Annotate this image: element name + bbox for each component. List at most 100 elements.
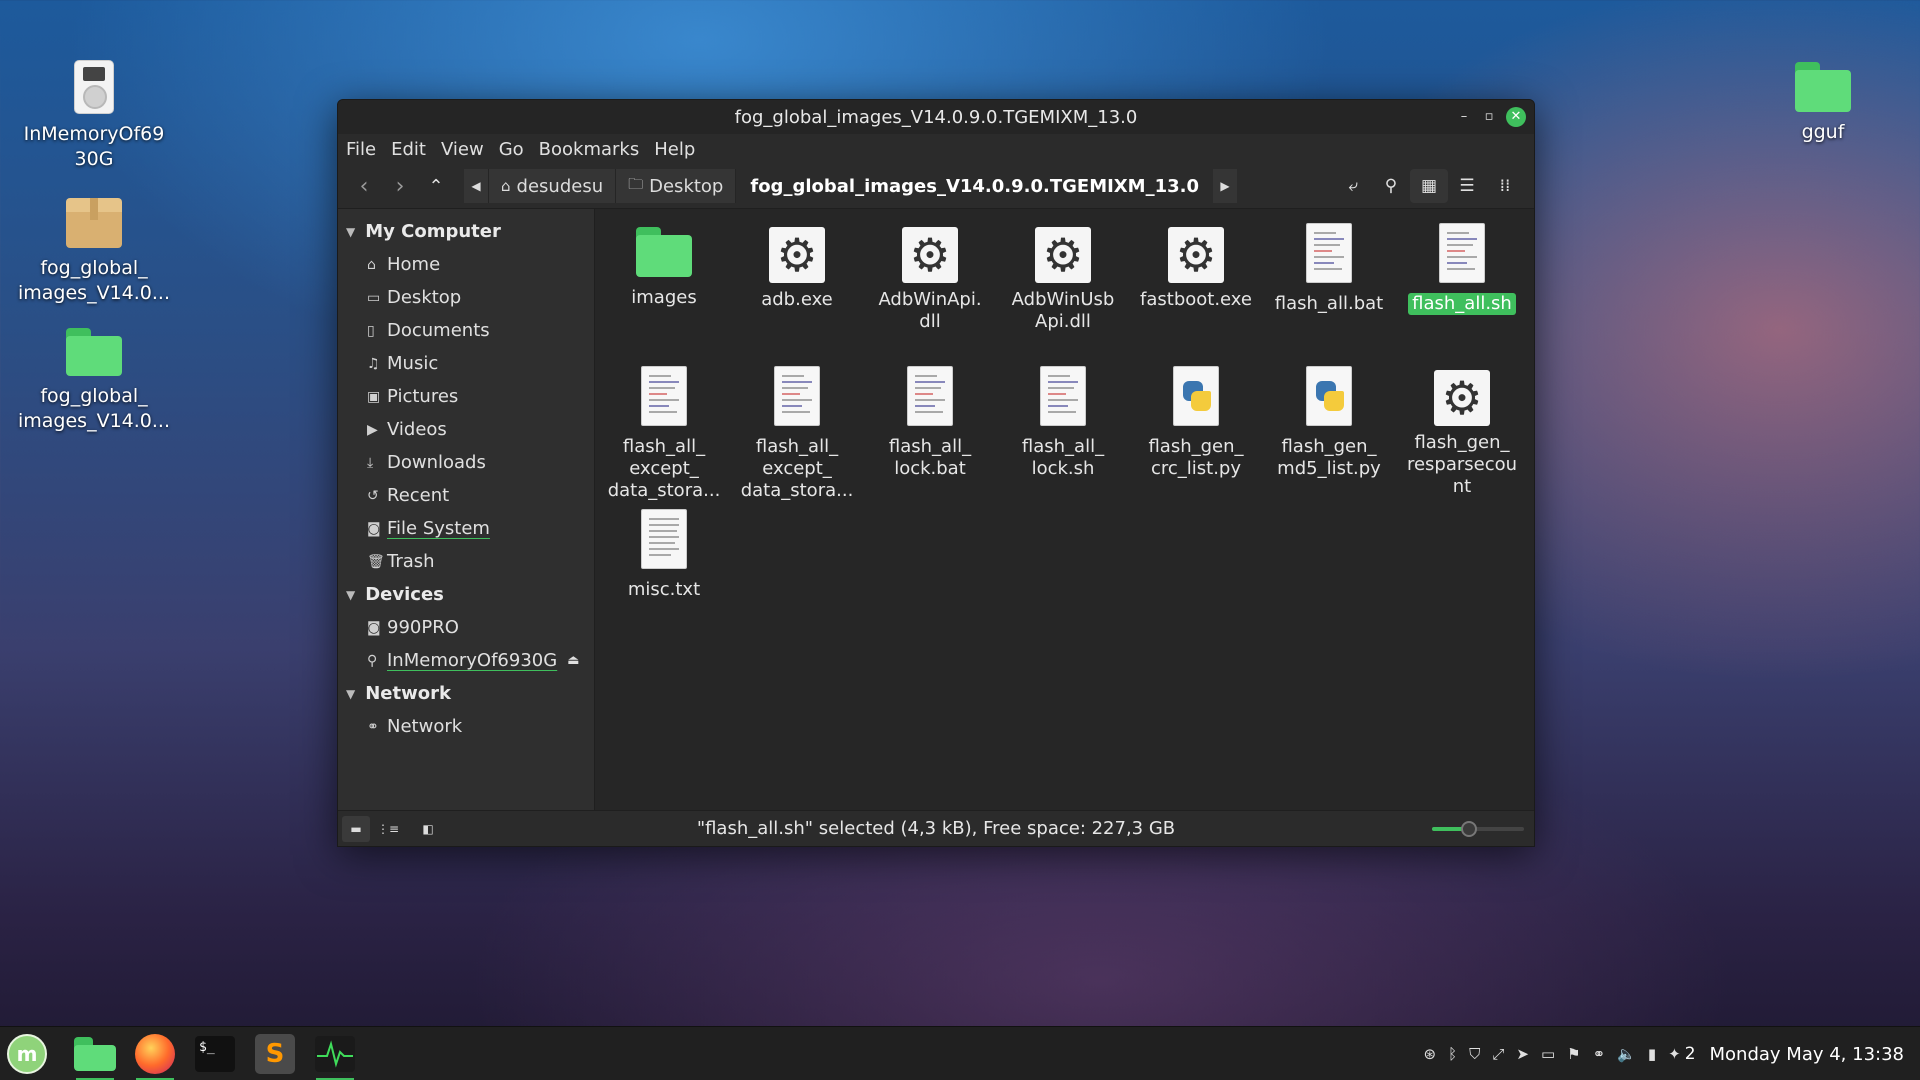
text-document-icon — [1040, 366, 1086, 426]
file-item[interactable]: images — [599, 227, 729, 309]
sidebar-item-videos[interactable]: ▶ Videos — [338, 413, 594, 446]
sidebar-item-music[interactable]: ♫ Music — [338, 347, 594, 380]
view-controls: ⤶ ⚲ ▦ ☰ ⁞⁞ — [1334, 169, 1524, 203]
sidebar-item-990pro[interactable]: ◙ 990PRO — [338, 611, 594, 644]
file-item[interactable]: ⚙ AdbWinApi. dll — [865, 227, 995, 333]
desktop-icon-fog-archive[interactable]: fog_global_ images_V14.0... — [9, 198, 179, 306]
bluetooth-icon[interactable]: ᛒ — [1448, 1045, 1457, 1063]
breadcrumb-scroll-left[interactable]: ◀ — [464, 169, 488, 203]
close-button[interactable]: ✕ — [1506, 107, 1526, 127]
title-bar[interactable]: fog_global_images_V14.0.9.0.TGEMIXM_13.0… — [338, 100, 1534, 134]
file-item[interactable]: flash_all_ lock.bat — [865, 366, 995, 480]
taskbar-system-monitor[interactable] — [308, 1031, 362, 1080]
breadcrumb: ◀ ⌂ desudesu 🗀 Desktop fog_global_images_V… — [464, 169, 1238, 203]
eject-icon[interactable]: ⏏ — [567, 653, 579, 668]
sidebar-item-recent[interactable]: ↺ Recent — [338, 479, 594, 512]
breadcrumb-scroll-right[interactable]: ▶ — [1213, 169, 1238, 203]
picture-icon: ▣ — [367, 388, 381, 405]
zoom-slider-handle[interactable] — [1460, 821, 1477, 837]
menu-help[interactable]: Help — [654, 139, 695, 160]
menu-go[interactable]: Go — [499, 139, 524, 160]
sidebar-item-inmemory[interactable]: ⚲ InMemoryOf6930G ⏏ — [338, 644, 594, 677]
compact-icon: ⁞⁞ — [1499, 176, 1511, 196]
mint-menu-button[interactable]: m — [0, 1031, 54, 1077]
display-icon[interactable]: ▭ — [1541, 1045, 1555, 1063]
notification-count: 2 — [1684, 1044, 1696, 1064]
back-button[interactable]: ‹ — [346, 168, 382, 204]
desktop-icon-gguf[interactable]: gguf — [1738, 62, 1908, 145]
menu-file[interactable]: File — [346, 139, 376, 160]
usb-icon: ⚲ — [367, 652, 378, 669]
file-item[interactable]: flash_all_ except_ data_stora... — [732, 366, 862, 502]
file-item[interactable]: flash_gen_ crc_list.py — [1131, 366, 1261, 480]
sidebar-item-trash[interactable]: 🗑 Trash — [338, 545, 594, 578]
clock[interactable]: Monday May 4, 13:38 — [1710, 1044, 1904, 1065]
file-item[interactable]: ⚙ flash_gen_ resparsecou nt — [1397, 370, 1527, 498]
file-item[interactable]: ⚙ AdbWinUsb Api.dll — [998, 227, 1128, 333]
sidebar-section-network[interactable]: ▼ Network — [338, 677, 594, 710]
desktop-icon-fog-folder[interactable]: fog_global_ images_V14.0... — [9, 328, 179, 434]
update-icon[interactable]: ⤢ — [1492, 1045, 1504, 1063]
sidebar-item-home[interactable]: ⌂ Home — [338, 248, 594, 281]
compact-view-button[interactable]: ⁞⁞ — [1486, 169, 1524, 203]
executable-gear-icon: ⚙ — [1434, 370, 1490, 426]
shield-icon[interactable]: ⛉ — [1469, 1045, 1480, 1063]
triangle-down-icon: ▼ — [346, 686, 356, 701]
file-item[interactable]: misc.txt — [599, 509, 729, 601]
drive-icon: ◙ — [367, 520, 381, 537]
file-item[interactable]: flash_gen_ md5_list.py — [1264, 366, 1394, 480]
desktop-icon-inmemory-drive[interactable]: InMemoryOf69 30G — [9, 60, 179, 172]
folder-icon — [66, 328, 122, 376]
menu-view[interactable]: View — [441, 139, 484, 160]
folder-icon — [636, 227, 692, 277]
file-item[interactable]: ⚙ adb.exe — [732, 227, 862, 311]
breadcrumb-current[interactable]: fog_global_images_V14.0.9.0.TGEMIXM_13.0 — [735, 169, 1214, 203]
file-item-selected[interactable]: flash_all.sh — [1397, 223, 1527, 315]
file-item[interactable]: flash_all.bat — [1264, 223, 1394, 315]
toggle-location-button[interactable]: ⤶ — [1334, 169, 1372, 203]
file-item[interactable]: flash_all_ except_ data_stora... — [599, 366, 729, 502]
sidebar-item-documents[interactable]: ▯ Documents — [338, 314, 594, 347]
volume-icon[interactable]: 🔈 — [1617, 1045, 1636, 1063]
keyboard-layout-flag-icon[interactable]: ⚑ — [1567, 1045, 1580, 1063]
menu-edit[interactable]: Edit — [391, 139, 426, 160]
network-icon[interactable]: ⚭ — [1593, 1045, 1606, 1063]
chevron-right-icon: › — [395, 173, 405, 199]
taskbar-terminal[interactable]: $_ — [188, 1031, 242, 1077]
executable-gear-icon: ⚙ — [1168, 227, 1224, 283]
zoom-slider[interactable] — [1432, 821, 1524, 837]
icon-view-button[interactable]: ▦ — [1410, 169, 1448, 203]
maximize-button[interactable]: ▫ — [1479, 107, 1499, 127]
steam-icon[interactable]: ⊛ — [1423, 1045, 1436, 1063]
list-view-button[interactable]: ☰ — [1448, 169, 1486, 203]
taskbar-firefox[interactable] — [128, 1031, 182, 1080]
sidebar-item-downloads[interactable]: ⤓ Downloads — [338, 446, 594, 479]
home-icon: ⌂ — [501, 177, 511, 195]
sidebar-item-network[interactable]: ⚭ Network — [338, 710, 594, 743]
taskbar-files[interactable] — [68, 1031, 122, 1080]
desktop-icon-label: fog_global_ images_V14.0... — [18, 385, 170, 432]
desktop-icon-label: gguf — [1801, 121, 1845, 143]
sidebar-item-pictures[interactable]: ▣ Pictures — [338, 380, 594, 413]
sidebar-section-devices[interactable]: ▼ Devices — [338, 578, 594, 611]
battery-icon[interactable]: ▮ — [1648, 1045, 1656, 1063]
minimize-button[interactable]: – — [1454, 107, 1474, 127]
notifications-icon[interactable]: ✦ — [1668, 1045, 1681, 1063]
breadcrumb-home[interactable]: ⌂ desudesu — [488, 169, 616, 203]
sidebar: ▼ My Computer ⌂ Home ▭ Desktop ▯ Documents ♫… — [338, 209, 595, 810]
sidebar-item-file-system[interactable]: ◙ File System — [338, 512, 594, 545]
drive-icon: ◙ — [367, 619, 381, 636]
sidebar-section-my-computer[interactable]: ▼ My Computer — [338, 215, 594, 248]
send-icon[interactable]: ➤ — [1516, 1045, 1529, 1063]
file-item[interactable]: flash_all_ lock.sh — [998, 366, 1128, 480]
breadcrumb-desktop[interactable]: 🗀 Desktop — [615, 169, 736, 203]
menu-bookmarks[interactable]: Bookmarks — [539, 139, 640, 160]
up-button[interactable]: ⌃ — [418, 168, 454, 204]
sidebar-item-desktop[interactable]: ▭ Desktop — [338, 281, 594, 314]
executable-gear-icon: ⚙ — [1035, 227, 1091, 283]
forward-button[interactable]: › — [382, 168, 418, 204]
taskbar-sublime[interactable]: S — [248, 1031, 302, 1077]
list-icon: ☰ — [1459, 176, 1475, 196]
search-button[interactable]: ⚲ — [1372, 169, 1410, 203]
file-item[interactable]: ⚙ fastboot.exe — [1131, 227, 1261, 311]
